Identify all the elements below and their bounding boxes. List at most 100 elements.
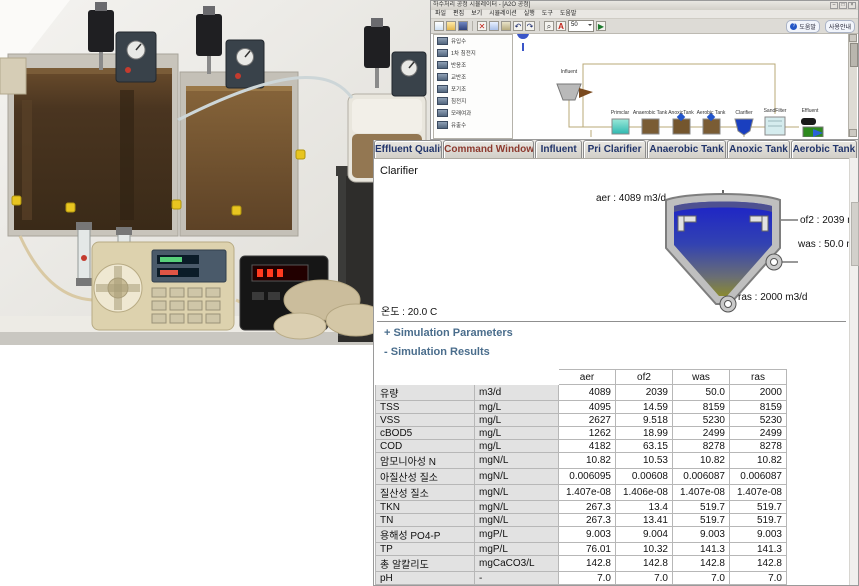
cell: 142.8 <box>673 556 730 572</box>
paste-icon[interactable] <box>501 21 511 31</box>
tab-command-window[interactable]: Command Window <box>443 140 534 158</box>
cell: 519.7 <box>730 514 787 527</box>
scroll-down-arrow[interactable] <box>849 129 857 137</box>
tab-effluent-quality[interactable]: Effluent Quality <box>374 140 442 158</box>
palette-item-mixer[interactable]: 교반조 <box>434 71 512 83</box>
simulation-results-table: aer of2 was ras 유량 m3/d 4089 2039 50.0 2… <box>375 369 787 585</box>
row-unit: mgP/L <box>475 527 559 543</box>
results-panel: Effluent Quality Command Window Influent… <box>373 140 859 586</box>
row-label: pH <box>376 572 475 585</box>
menu-file[interactable]: 파일 <box>435 10 446 18</box>
row-label: TN <box>376 514 475 527</box>
table-header-row: aer of2 was ras <box>376 370 787 385</box>
unit-label-effluent: Effluent <box>802 109 819 114</box>
palette-item-reactor[interactable]: 반응조 <box>434 59 512 71</box>
flowsheet-canvas[interactable]: Influent Primclar Anaerobic Tank AnoxicT… <box>513 34 851 137</box>
unit-icon <box>437 49 448 57</box>
close-button[interactable]: × <box>848 2 856 9</box>
cell: 1.407e-08 <box>673 485 730 501</box>
canvas-vertical-scrollbar[interactable] <box>848 34 857 137</box>
scrollbar-thumb[interactable] <box>850 43 858 67</box>
influent-unit[interactable] <box>557 84 593 100</box>
font-icon[interactable]: A <box>556 21 566 31</box>
help-button[interactable]: ? 도움말 <box>786 20 820 33</box>
unit-label-primclar: Primclar <box>611 111 629 116</box>
unit-label-clarifier: Clarifier <box>735 111 752 116</box>
panel-vertical-scrollbar[interactable] <box>849 158 858 585</box>
flow-meter-1 <box>76 222 92 286</box>
menu-simulation[interactable]: 시뮬레이션 <box>489 10 517 18</box>
tab-anoxic-tank[interactable]: Anoxic Tank <box>727 140 789 158</box>
palette-item-clarifier[interactable]: 침전지 <box>434 95 512 107</box>
copy-icon[interactable] <box>489 21 499 31</box>
table-row: TN mgN/L 267.3 13.41 519.7 519.7 <box>376 514 787 527</box>
location-pin-icon[interactable] <box>518 34 528 51</box>
unit-icon <box>437 121 448 129</box>
menu-edit[interactable]: 편집 <box>453 10 464 18</box>
menu-view[interactable]: 보기 <box>471 10 482 18</box>
table-row: COD mg/L 4182 63.15 8278 8278 <box>376 440 787 453</box>
minimize-button[interactable]: – <box>830 2 838 9</box>
cell: 1.407e-08 <box>730 485 787 501</box>
row-label: cBOD5 <box>376 427 475 440</box>
cell: 142.8 <box>559 556 616 572</box>
table-row: 암모니아성 N mgN/L 10.82 10.53 10.82 10.82 <box>376 453 787 469</box>
cell: 13.41 <box>616 514 673 527</box>
tab-aerobic-tank[interactable]: Aerobic Tank <box>791 140 857 158</box>
row-label: 아질산성 질소 <box>376 469 475 485</box>
unit-icon <box>437 37 448 45</box>
temperature-label: 온도 : 20.0 C <box>381 303 437 318</box>
cell: 10.82 <box>730 453 787 469</box>
open-icon[interactable] <box>446 21 456 31</box>
effluent-unit[interactable] <box>801 118 823 137</box>
cell: 7.0 <box>673 572 730 585</box>
app-window-header: 하수처리 공정 시뮬레이터 - [A2O 공정] – □ × 파일 편집 보기 … <box>430 0 859 140</box>
clarifier-unit[interactable] <box>735 119 753 135</box>
table-row: 질산성 질소 mgN/L 1.407e-08 1.406e-08 1.407e-… <box>376 485 787 501</box>
row-label: 총 알칼리도 <box>376 556 475 572</box>
cell: 5230 <box>673 414 730 427</box>
menu-help[interactable]: 도움말 <box>560 10 577 18</box>
cell: 18.99 <box>616 427 673 440</box>
menu-tools[interactable]: 도구 <box>542 10 553 18</box>
tab-pri-clarifier[interactable]: Pri Clarifier <box>583 140 645 158</box>
zoom-icon[interactable]: ⌕ <box>544 21 554 31</box>
menu-run[interactable]: 실행 <box>524 10 535 18</box>
cell: 9.003 <box>673 527 730 543</box>
palette-item-aeration[interactable]: 포기조 <box>434 83 512 95</box>
palette-item-label: 포기조 <box>451 85 466 93</box>
toolbar: ✕ ↶ ↷ ⌕ A 50 ▶ ? 도움말 사용안내 <box>431 19 858 34</box>
maximize-button[interactable]: □ <box>839 2 847 9</box>
redo-icon[interactable]: ↷ <box>525 21 535 31</box>
cell: 2499 <box>730 427 787 440</box>
scrollbar-thumb[interactable] <box>851 202 859 266</box>
new-icon[interactable] <box>434 21 444 31</box>
sandfilter-unit[interactable] <box>765 117 785 135</box>
section-label: Simulation Results <box>391 346 490 358</box>
row-unit: mgN/L <box>475 514 559 527</box>
section-toggle-results[interactable]: - Simulation Results <box>384 346 490 358</box>
tab-anaerobic-tank[interactable]: Anaerobic Tank <box>647 140 726 158</box>
palette-item-label: 침전지 <box>451 97 466 105</box>
save-icon[interactable] <box>458 21 468 31</box>
row-label: 유량 <box>376 385 475 401</box>
tab-influent[interactable]: Influent <box>535 140 582 158</box>
anaerobic-tank-unit[interactable] <box>642 119 659 134</box>
palette-item-influent[interactable]: 유입수 <box>434 35 512 47</box>
palette-item-effluent[interactable]: 유출수 <box>434 119 512 131</box>
palette-item-label: 유출수 <box>451 121 466 129</box>
cut-icon[interactable]: ✕ <box>477 21 487 31</box>
palette-item-sandfilter[interactable]: 모래여과 <box>434 107 512 119</box>
run-icon[interactable]: ▶ <box>596 21 606 31</box>
palette-item-label: 모래여과 <box>451 109 471 117</box>
section-toggle-parameters[interactable]: + Simulation Parameters <box>384 327 513 339</box>
guide-button[interactable]: 사용안내 <box>825 20 855 33</box>
zoom-select[interactable]: 50 <box>568 20 594 32</box>
cell: 10.53 <box>616 453 673 469</box>
scroll-up-arrow[interactable] <box>849 34 857 42</box>
undo-icon[interactable]: ↶ <box>513 21 523 31</box>
unit-label-aerobic: Aerobic Tank <box>697 111 726 116</box>
primclar-unit[interactable] <box>612 119 629 134</box>
palette-item-primclar[interactable]: 1차 침전지 <box>434 47 512 59</box>
unit-icon <box>437 85 448 93</box>
